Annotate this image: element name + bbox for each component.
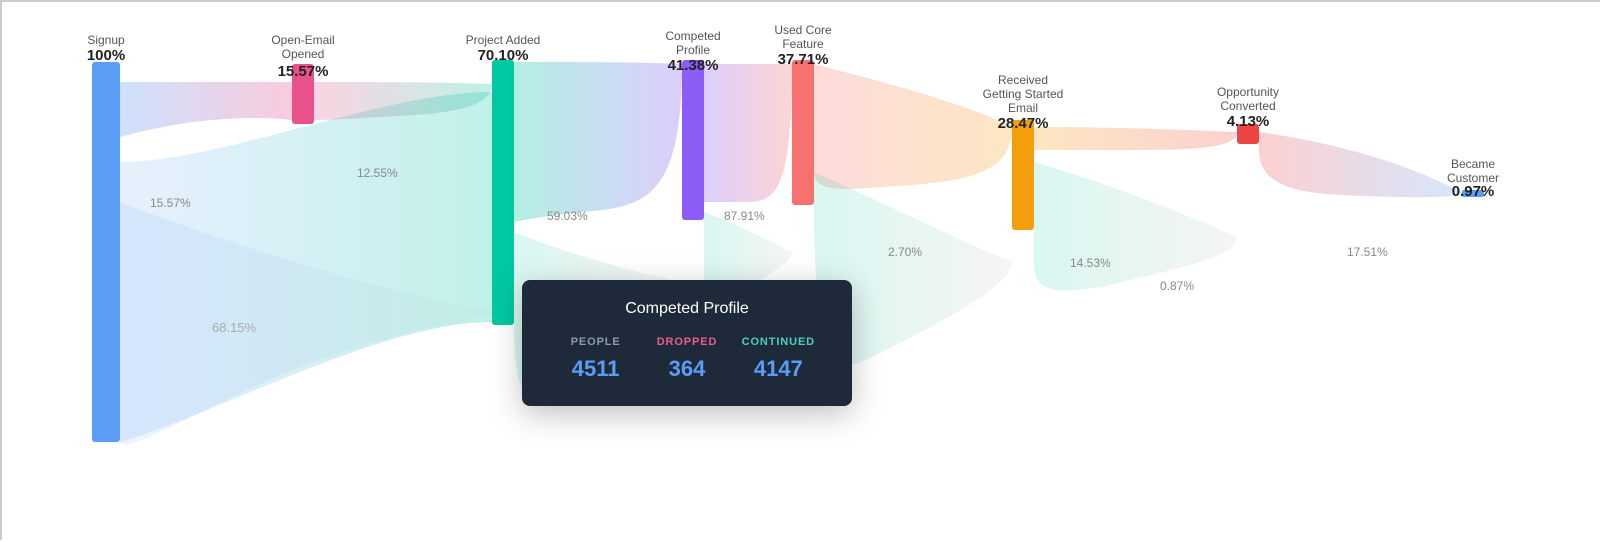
flow-opportunity-customer bbox=[1259, 132, 1462, 197]
label-received-1: Received bbox=[998, 73, 1048, 87]
dropped-label: DROPPED bbox=[641, 336, 732, 348]
label-signup: Signup bbox=[87, 33, 125, 47]
flow-project-competed bbox=[514, 62, 682, 222]
label-project: Project Added bbox=[466, 33, 541, 47]
label-received-2: Getting Started bbox=[983, 87, 1064, 101]
node-usedcore[interactable] bbox=[792, 60, 814, 205]
pct-opportunity: 4.13% bbox=[1227, 113, 1270, 130]
flow-usedcore-received bbox=[814, 64, 1012, 189]
pct-customer: 0.97% bbox=[1452, 183, 1495, 200]
flow-pct-3: 68.15% bbox=[212, 320, 257, 335]
flow-pct-2: 12.55% bbox=[357, 166, 398, 180]
label-openemail-2: Opened bbox=[282, 47, 325, 61]
pct-signup: 100% bbox=[87, 47, 125, 64]
label-customer-1: Became bbox=[1451, 157, 1495, 171]
flow-pct-9: 0.87% bbox=[1160, 279, 1194, 293]
tooltip-title: Competed Profile bbox=[550, 300, 824, 318]
label-opportunity-1: Opportunity bbox=[1217, 85, 1279, 99]
label-usedcore-2: Feature bbox=[782, 37, 824, 51]
tooltip-popup: Competed Profile PEOPLE 4511 DROPPED 364… bbox=[522, 280, 852, 406]
col-people: PEOPLE 4511 bbox=[550, 336, 641, 382]
pct-project: 70.10% bbox=[478, 47, 529, 64]
flow-received-drop bbox=[1034, 162, 1237, 291]
flow-pct-10: 17.51% bbox=[1347, 245, 1388, 259]
label-competed-1: Competed bbox=[665, 29, 720, 43]
col-dropped: DROPPED 364 bbox=[641, 336, 732, 382]
continued-value: 4147 bbox=[733, 356, 824, 382]
pct-competed: 41.38% bbox=[668, 57, 719, 74]
node-competed[interactable] bbox=[682, 60, 704, 220]
node-project[interactable] bbox=[492, 60, 514, 325]
chart-container: Signup 100% Open-Email Opened 15.57% Pro… bbox=[2, 2, 1600, 542]
dropped-value: 364 bbox=[641, 356, 732, 382]
label-competed-2: Profile bbox=[676, 43, 710, 57]
continued-label: CONTINUED bbox=[733, 336, 824, 348]
flow-competed-usedcore bbox=[704, 64, 792, 202]
sankey-svg: Signup 100% Open-Email Opened 15.57% Pro… bbox=[2, 2, 1600, 542]
label-openemail-1: Open-Email bbox=[271, 33, 334, 47]
label-received-3: Email bbox=[1008, 101, 1038, 115]
flow-pct-5: 87.91% bbox=[724, 209, 765, 223]
flow-received-opportunity bbox=[1034, 127, 1237, 150]
tooltip-grid: PEOPLE 4511 DROPPED 364 CONTINUED 4147 bbox=[550, 336, 824, 382]
label-usedcore-1: Used Core bbox=[774, 23, 832, 37]
flow-signup-openemail bbox=[120, 82, 292, 137]
people-label: PEOPLE bbox=[550, 336, 641, 348]
pct-openemail: 15.57% bbox=[278, 63, 329, 80]
node-received[interactable] bbox=[1012, 120, 1034, 230]
pct-usedcore: 37.71% bbox=[778, 51, 829, 68]
pct-received: 28.47% bbox=[998, 115, 1049, 132]
col-continued: CONTINUED 4147 bbox=[733, 336, 824, 382]
label-opportunity-2: Converted bbox=[1220, 99, 1275, 113]
people-value: 4511 bbox=[550, 356, 641, 382]
flow-pct-4: 59.03% bbox=[547, 209, 588, 223]
flow-pct-8: 14.53% bbox=[1070, 256, 1111, 270]
flow-pct-1: 15.57% bbox=[150, 196, 191, 210]
flow-pct-7: 2.70% bbox=[888, 245, 922, 259]
node-signup[interactable] bbox=[92, 62, 120, 442]
